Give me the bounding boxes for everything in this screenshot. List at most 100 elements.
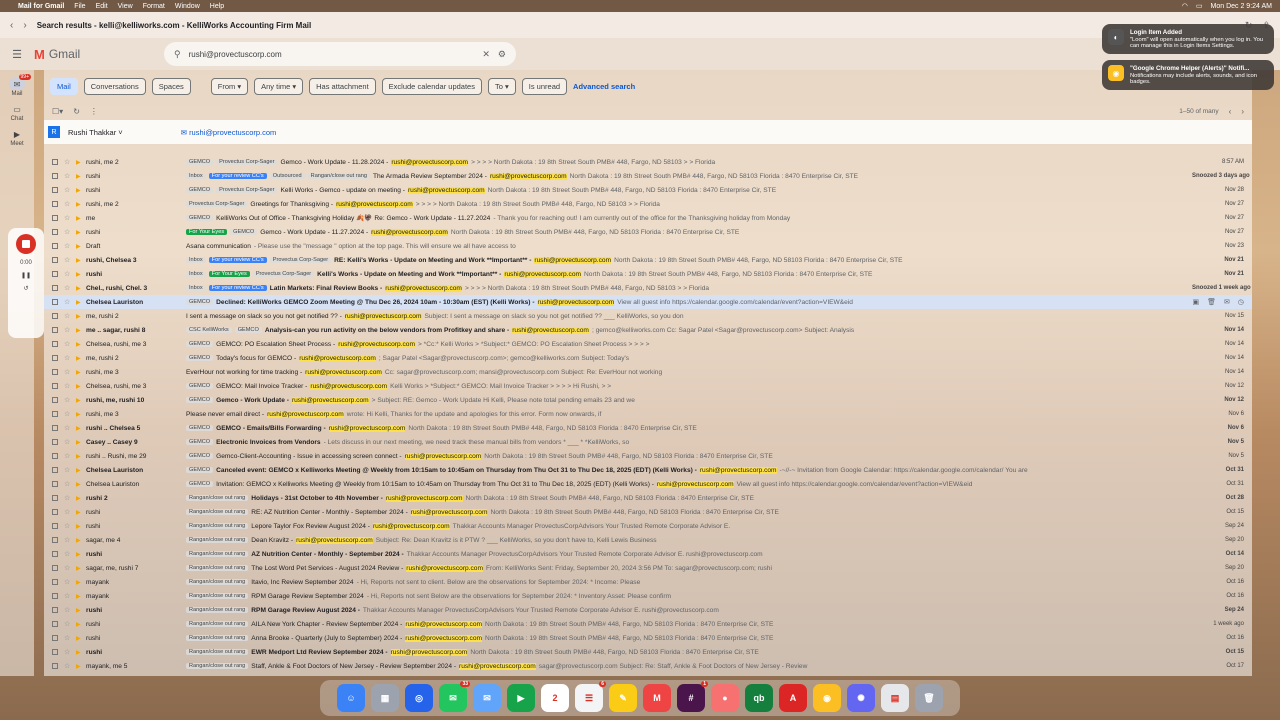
table-row[interactable]: ☆ ▶ rushi Rangan/close out rang EWR Medport … xyxy=(44,645,1252,659)
more-options-icon[interactable]: ⋮ xyxy=(90,107,98,116)
star-icon[interactable]: ☆ xyxy=(64,578,76,586)
advanced-search-link[interactable]: Advanced search xyxy=(573,82,635,91)
star-icon[interactable]: ☆ xyxy=(64,172,76,180)
important-marker-icon[interactable]: ▶ xyxy=(76,537,86,544)
star-icon[interactable]: ☆ xyxy=(64,634,76,642)
important-marker-icon[interactable]: ▶ xyxy=(76,285,86,292)
label-chip[interactable]: GEMCO xyxy=(186,383,214,389)
important-marker-icon[interactable]: ▶ xyxy=(76,663,86,670)
row-checkbox[interactable] xyxy=(52,425,58,431)
menu-format[interactable]: Format xyxy=(143,3,165,10)
table-row[interactable]: ☆ ▶ rushi, me, rushi 10 GEMCO Gemco - Work U… xyxy=(44,393,1252,407)
label-chip[interactable]: Inbox xyxy=(186,173,206,179)
row-checkbox[interactable] xyxy=(52,299,58,305)
row-checkbox[interactable] xyxy=(52,187,58,193)
dock-app-asana[interactable]: ● xyxy=(711,684,739,712)
label-chip[interactable]: Inbox xyxy=(186,271,206,277)
dock-app-mail[interactable]: ✉ xyxy=(473,684,501,712)
table-row[interactable]: ☆ ▶ rushi 2 Rangan/close out rang Holidays -… xyxy=(44,491,1252,505)
label-chip[interactable]: GEMCO xyxy=(186,341,214,347)
table-row[interactable]: ☆ ▶ Chelsea Lauriston GEMCO Declined: KelliW… xyxy=(44,295,1252,309)
label-chip[interactable]: Inbox xyxy=(186,285,206,291)
next-page-icon[interactable]: › xyxy=(1241,107,1244,116)
label-chip[interactable]: Provectus Corp-Sager xyxy=(269,257,332,263)
important-marker-icon[interactable]: ▶ xyxy=(76,481,86,488)
important-marker-icon[interactable]: ▶ xyxy=(76,187,86,194)
star-icon[interactable]: ☆ xyxy=(64,550,76,558)
label-chip[interactable]: GEMCO xyxy=(186,159,214,165)
dock-app-reminders[interactable]: ☰ 6 xyxy=(575,681,606,712)
label-chip[interactable]: Rangan/close out rang xyxy=(186,551,249,557)
table-row[interactable]: ☆ ▶ me, rushi 2 I sent a message on slack s… xyxy=(44,309,1252,323)
menu-window[interactable]: Window xyxy=(175,3,200,10)
prev-page-icon[interactable]: ‹ xyxy=(1229,107,1232,116)
important-marker-icon[interactable]: ▶ xyxy=(76,439,86,446)
label-chip[interactable]: For your review CC's xyxy=(208,285,267,291)
table-row[interactable]: ☆ ▶ rushi .. Rushi, me 29 GEMCO Gemco-Client… xyxy=(44,449,1252,463)
menubar-app-name[interactable]: Mail for Gmail xyxy=(18,3,64,10)
tab-mail[interactable]: Mail xyxy=(50,77,78,95)
row-checkbox[interactable] xyxy=(52,453,58,459)
label-chip[interactable]: Rangan/close out rang xyxy=(186,537,249,543)
star-icon[interactable]: ☆ xyxy=(64,536,76,544)
row-checkbox[interactable] xyxy=(52,173,58,179)
label-chip[interactable]: Rangan/close out rang xyxy=(186,523,249,529)
star-icon[interactable]: ☆ xyxy=(64,396,76,404)
clock[interactable]: Mon Dec 2 9:24 AM xyxy=(1211,3,1272,10)
row-checkbox[interactable] xyxy=(52,607,58,613)
dock-app-finder[interactable]: ☺ xyxy=(337,684,365,712)
row-checkbox[interactable] xyxy=(52,635,58,641)
row-checkbox[interactable] xyxy=(52,313,58,319)
important-marker-icon[interactable]: ▶ xyxy=(76,551,86,558)
snooze-icon[interactable]: ◷ xyxy=(1238,298,1244,306)
important-marker-icon[interactable]: ▶ xyxy=(76,383,86,390)
label-chip[interactable]: Rangan/close out rang xyxy=(186,495,249,501)
important-marker-icon[interactable]: ▶ xyxy=(76,173,86,180)
dock-app-safari[interactable]: ◎ xyxy=(405,684,433,712)
table-row[interactable]: ☆ ▶ sagar, me 4 Rangan/close out rang Dean K… xyxy=(44,533,1252,547)
label-chip[interactable]: GEMCO xyxy=(186,355,214,361)
label-chip[interactable]: For Your Eyes xyxy=(186,229,228,235)
table-row[interactable]: ☆ ▶ rushi GEMCO Provectus Corp-Sager Kelli Wo… xyxy=(44,183,1252,197)
star-icon[interactable]: ☆ xyxy=(64,270,76,278)
tab-spaces[interactable]: Spaces xyxy=(151,77,191,95)
label-chip[interactable]: Rangan/close out rang xyxy=(186,649,249,655)
row-checkbox[interactable] xyxy=(52,369,58,375)
filter-is-unread[interactable]: Is unread xyxy=(521,77,568,95)
filter-has-attachment[interactable]: Has attachment xyxy=(309,77,376,95)
table-row[interactable]: ☆ ▶ rushi, me 3 EverHour not working for ti… xyxy=(44,365,1252,379)
filter-to[interactable]: To ▾ xyxy=(487,77,516,95)
important-marker-icon[interactable]: ▶ xyxy=(76,327,86,334)
star-icon[interactable]: ☆ xyxy=(64,620,76,628)
menu-edit[interactable]: Edit xyxy=(96,3,108,10)
star-icon[interactable]: ☆ xyxy=(64,522,76,530)
label-chip[interactable]: GEMCO xyxy=(186,439,214,445)
label-chip[interactable]: GEMCO xyxy=(234,327,262,333)
table-row[interactable]: ☆ ▶ rushi Inbox For your review CC's Outsourc… xyxy=(44,169,1252,183)
label-chip[interactable]: GEMCO xyxy=(186,425,214,431)
dock-app-calendar[interactable]: 2 xyxy=(541,684,569,712)
star-icon[interactable]: ☆ xyxy=(64,214,76,222)
important-marker-icon[interactable]: ▶ xyxy=(76,467,86,474)
star-icon[interactable]: ☆ xyxy=(64,326,76,334)
important-marker-icon[interactable]: ▶ xyxy=(76,453,86,460)
notification-chrome-helper[interactable]: ◉ "Google Chrome Helper (Alerts)" Notifi… xyxy=(1102,60,1274,90)
star-icon[interactable]: ☆ xyxy=(64,648,76,656)
row-checkbox[interactable] xyxy=(52,663,58,669)
row-checkbox[interactable] xyxy=(52,397,58,403)
label-chip[interactable]: GEMCO xyxy=(186,481,214,487)
battery-icon[interactable]: ▭ xyxy=(1196,2,1203,10)
table-row[interactable]: ☆ ▶ rushi .. Chelsea 5 GEMCO GEMCO - Emails/… xyxy=(44,421,1252,435)
star-icon[interactable]: ☆ xyxy=(64,438,76,446)
label-chip[interactable]: Rangan/close out rang xyxy=(186,635,249,641)
dock-app-slack[interactable]: #1 xyxy=(677,681,708,712)
table-row[interactable]: ☆ ▶ Chelsea, rushi, me 3 GEMCO GEMCO: Mail I… xyxy=(44,379,1252,393)
gmail-logo[interactable]: M Gmail xyxy=(34,47,164,62)
star-icon[interactable]: ☆ xyxy=(64,354,76,362)
star-icon[interactable]: ☆ xyxy=(64,186,76,194)
star-icon[interactable]: ☆ xyxy=(64,368,76,376)
label-chip[interactable]: Provectus Corp-Sager xyxy=(252,271,315,277)
row-checkbox[interactable] xyxy=(52,467,58,473)
row-checkbox[interactable] xyxy=(52,565,58,571)
table-row[interactable]: ☆ ▶ Chelsea Lauriston GEMCO Canceled event: … xyxy=(44,463,1252,477)
